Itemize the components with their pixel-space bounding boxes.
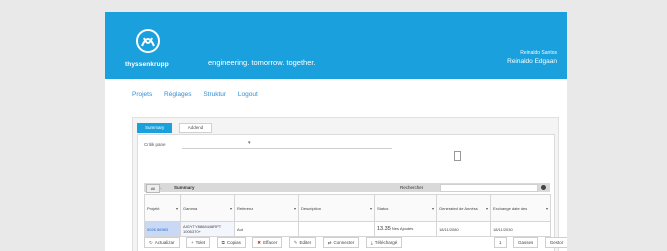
grid-title: Summary (174, 185, 195, 190)
results-table: Projekt ▾ Gamma ▾ Referenz ▾ Description… (144, 194, 551, 237)
search-label: Rechercher (400, 185, 424, 190)
brand-name: thyssenkrupp (125, 61, 169, 68)
cell-reference: Aut (234, 221, 299, 237)
page-size-caret: .. (160, 185, 163, 190)
filter-icon[interactable] (454, 151, 461, 161)
app-page: thyssenkrupp engineering. tomorrow. toge… (105, 12, 567, 251)
sort-icon: ▾ (293, 205, 296, 211)
filter-select[interactable]: ▾ (182, 140, 392, 149)
column-header-gamma[interactable]: Gamma ▾ (180, 194, 235, 222)
nav-item-struktur[interactable]: Struktur (203, 91, 226, 98)
plus-icon: + (191, 240, 194, 245)
connect-icon: ⇄ (327, 240, 332, 245)
add-button[interactable]: + Tolet (186, 237, 211, 248)
column-header-exchange[interactable]: Exchange date des ▾ (490, 194, 551, 222)
pager-group: 1 Gasses Gestor (494, 237, 567, 248)
status-note: Nes Ajoutés (391, 226, 414, 231)
download-button[interactable]: ⤓ Téléchargé (365, 237, 403, 248)
tab-addend[interactable]: Addend (178, 123, 213, 133)
cell-description (298, 221, 375, 237)
nav-item-logout[interactable]: Logout (238, 91, 258, 98)
page-number-button[interactable]: 1 (494, 237, 507, 248)
refresh-button[interactable]: ↻ Actualizar (144, 237, 180, 248)
copy-button[interactable]: ⧉ Copias (216, 237, 246, 248)
sort-icon: ▾ (545, 205, 548, 211)
copy-icon: ⧉ (221, 240, 225, 245)
grid-toolbar: All Item .. Summary Rechercher (144, 183, 550, 198)
sort-icon: ▾ (175, 205, 178, 211)
status-value: 13.35 (377, 226, 391, 232)
page-size-select[interactable]: All Item (146, 184, 160, 198)
delete-button[interactable]: ✖ Effacer (252, 237, 283, 248)
cell-gamma: AIGYTY8868448RPT 1006370+ (180, 221, 235, 237)
column-header-description[interactable]: Description ▾ (298, 194, 375, 222)
tab-summary[interactable]: Summary (137, 123, 173, 133)
sort-icon: ▾ (431, 205, 434, 211)
cell-project[interactable]: 0026 86983 (144, 221, 181, 237)
close-icon: ✖ (257, 240, 262, 245)
content-card: Critik pane ▾ All Item .. Summary Recher… (137, 134, 567, 251)
sort-icon: ▾ (485, 205, 488, 211)
main-panel: Summary Addend Critik pane ▾ All Item ..… (132, 117, 567, 251)
header-bar: thyssenkrupp engineering. tomorrow. toge… (105, 12, 567, 79)
column-header-generated[interactable]: Generated de Annéss ▾ (436, 194, 491, 222)
edit-icon: ✎ (293, 240, 298, 245)
nav-item-reglages[interactable]: Réglages (164, 91, 191, 98)
cell-generated: 18/11/2080 (436, 221, 491, 237)
cell-status: 13.35 Nes Ajoutés (374, 221, 437, 237)
table-row[interactable]: 0026 86983 AIGYTY8868448RPT 1006370+ Aut… (144, 221, 551, 237)
column-header-status[interactable]: Status ▾ (374, 194, 437, 222)
tab-strip: Summary Addend (137, 123, 214, 133)
search-input[interactable] (440, 184, 538, 192)
chevron-down-icon: ▾ (248, 140, 251, 146)
column-header-projekt[interactable]: Projekt ▾ (144, 194, 181, 222)
cell-exchange: 18/11/2030 (490, 221, 551, 237)
connect-button[interactable]: ⇄ Connecter (322, 237, 360, 248)
column-header-referenz[interactable]: Referenz ▾ (234, 194, 299, 222)
close-button[interactable]: Gestor (544, 237, 567, 248)
user-name[interactable]: Reinaldo Santos (520, 50, 557, 56)
edit-button[interactable]: ✎ Editer (288, 237, 317, 248)
sort-icon: ▾ (369, 205, 372, 211)
action-bar: ↻ Actualizar + Tolet ⧉ Copias ✖ Effacer ✎ Edi… (144, 237, 404, 248)
tagline: engineering. tomorrow. together. (208, 58, 316, 67)
refresh-icon: ↻ (149, 240, 153, 245)
thyssenkrupp-logo-icon (136, 29, 160, 53)
main-nav: Projets Réglages Struktur Logout (132, 91, 268, 98)
sort-icon: ▾ (229, 205, 232, 211)
dot-icon[interactable] (541, 185, 546, 190)
filter-label: Critik pane (144, 142, 166, 147)
table-header-row: Projekt ▾ Gamma ▾ Referenz ▾ Description… (144, 194, 551, 222)
nav-item-projets[interactable]: Projets (132, 91, 152, 98)
download-icon: ⤓ (370, 240, 373, 245)
user-role[interactable]: Reinaldo Edgaan (507, 58, 557, 65)
save-button[interactable]: Gasses (512, 237, 539, 248)
